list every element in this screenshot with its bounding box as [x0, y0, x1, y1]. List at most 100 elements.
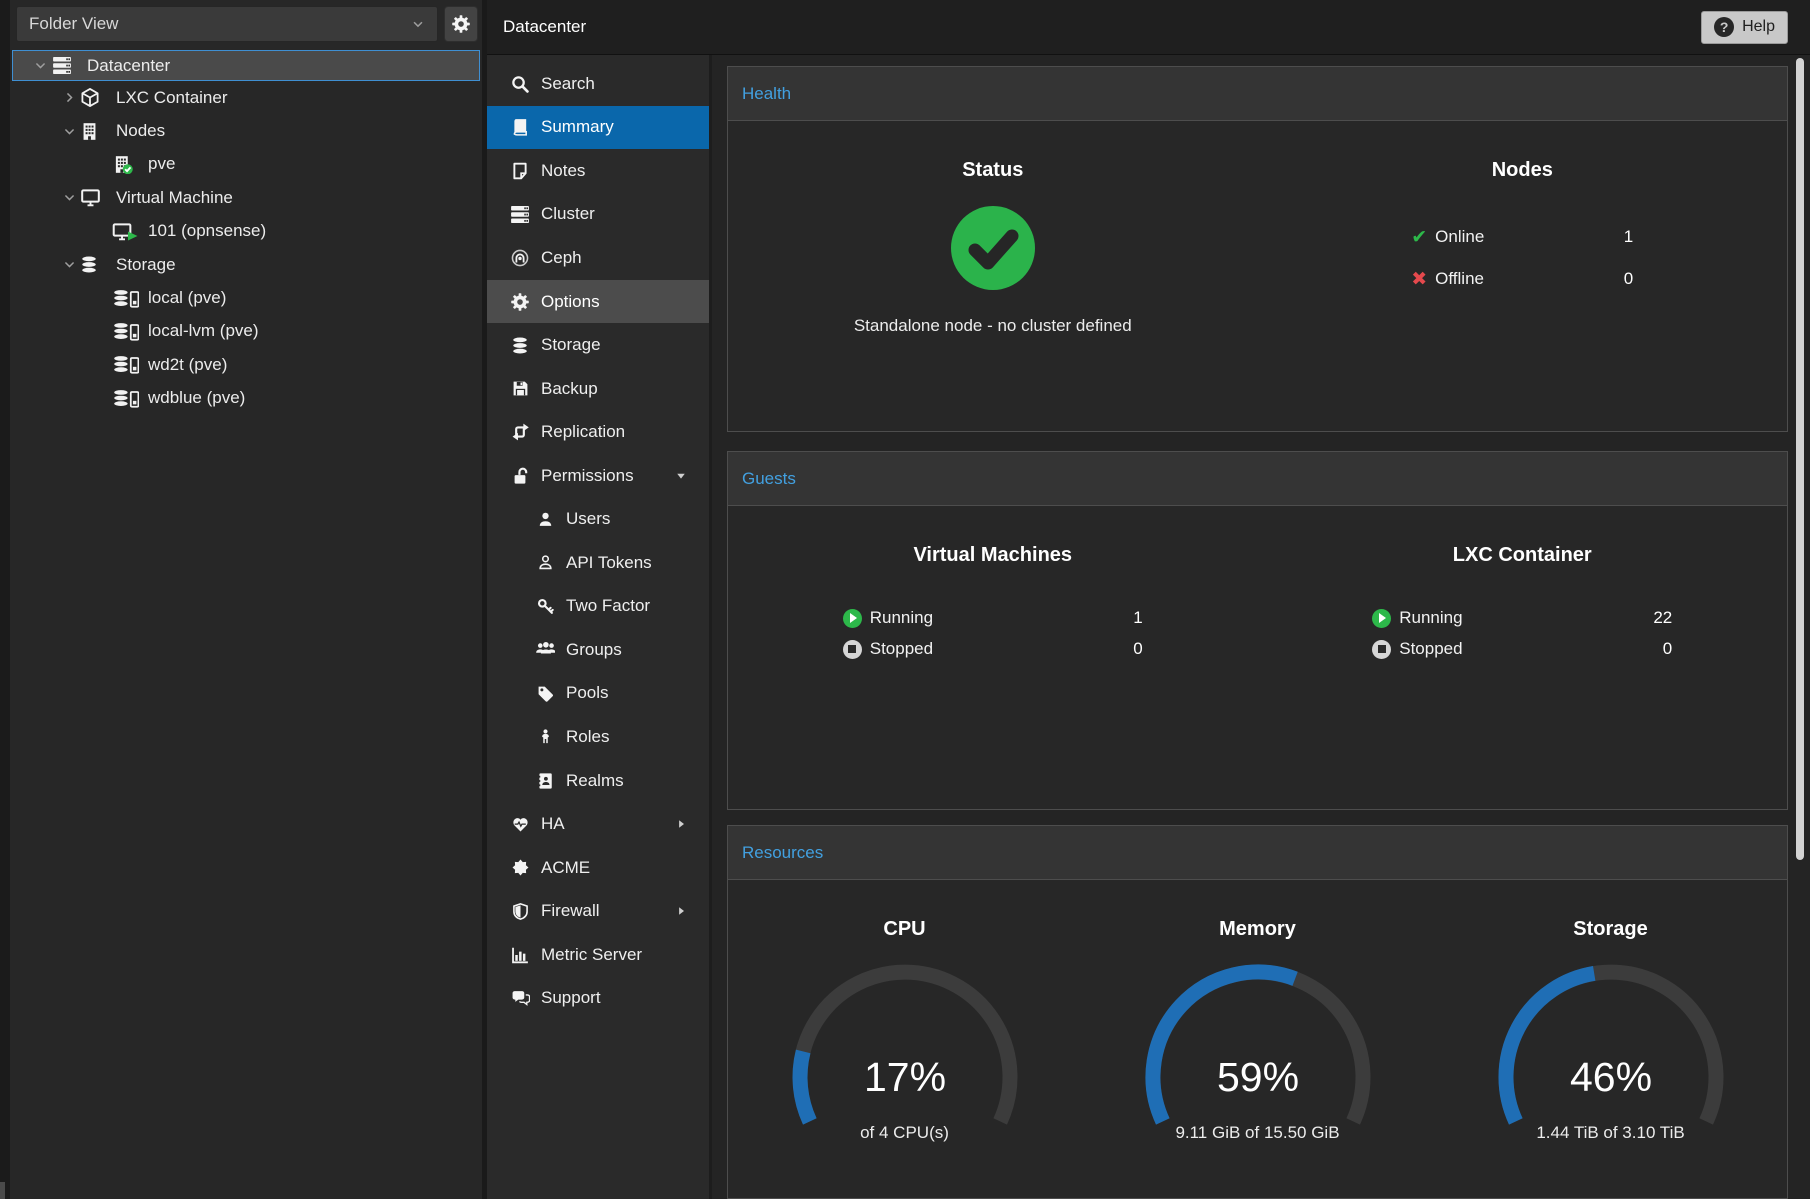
building-icon: [80, 122, 116, 141]
user-icon: [533, 511, 557, 528]
menu-item-cluster[interactable]: Cluster: [487, 193, 709, 237]
tree-item-label: local (pve): [148, 288, 226, 308]
status-row-running: Running22: [1372, 605, 1672, 631]
tree-item-101-opnsense[interactable]: 101 (opnsense): [10, 215, 482, 248]
gauge-storage: Storage 46%1.44 TiB of 3.10 TiB: [1434, 880, 1787, 1198]
tree-expander-chevron-down-icon[interactable]: [29, 59, 51, 72]
view-mode-select[interactable]: Folder View: [16, 6, 438, 42]
menu-item-storage[interactable]: Storage: [487, 323, 709, 367]
cube-icon: [80, 88, 116, 107]
nodes-status-column: Nodes ✔Online1✖Offline0: [1258, 121, 1788, 431]
status-row-online: ✔Online1: [1411, 224, 1633, 250]
menu-item-permissions[interactable]: Permissions: [487, 454, 709, 498]
status-label: Running: [870, 608, 933, 628]
status-label: Stopped: [870, 639, 933, 659]
tree-item-label: 101 (opnsense): [148, 221, 266, 241]
menu-item-roles[interactable]: Roles: [487, 715, 709, 759]
content-scrollbar: [1796, 58, 1805, 1199]
menu-item-notes[interactable]: Notes: [487, 149, 709, 193]
question-circle-icon: ?: [1714, 17, 1734, 37]
gauge-percent: 17%: [863, 1054, 945, 1100]
nodes-rows: ✔Online1✖Offline0: [1411, 224, 1633, 292]
address-book-icon: [533, 772, 557, 790]
menu-item-two-factor[interactable]: Two Factor: [487, 585, 709, 629]
tree-expander-chevron-down-icon[interactable]: [58, 191, 80, 204]
play-circle-icon: [1372, 609, 1391, 628]
resource-tree-panel: Folder View Datacenter LXC Container Nodes…: [10, 0, 487, 1199]
edge-scroll-thumb: [0, 1182, 5, 1199]
menu-item-summary[interactable]: Summary: [487, 106, 709, 150]
menu-item-firewall[interactable]: Firewall: [487, 889, 709, 933]
status-value: 0: [1663, 639, 1672, 659]
note-icon: [508, 162, 532, 180]
menu-item-search[interactable]: Search: [487, 62, 709, 106]
tree-item-wdblue-pve[interactable]: wdblue (pve): [10, 382, 482, 415]
tree-item-label: LXC Container: [116, 88, 228, 108]
tree-item-lxc-container[interactable]: LXC Container: [10, 81, 482, 114]
menu-item-users[interactable]: Users: [487, 497, 709, 541]
database-drive-icon: [112, 322, 148, 341]
book-icon: [508, 118, 532, 136]
menu-item-ceph[interactable]: Ceph: [487, 236, 709, 280]
menu-item-groups[interactable]: Groups: [487, 628, 709, 672]
status-value: 0: [1133, 639, 1142, 659]
menu-item-support[interactable]: Support: [487, 976, 709, 1020]
menu-item-label: HA: [541, 814, 565, 834]
tree-item-local-pve[interactable]: local (pve): [10, 281, 482, 314]
database-drive-icon: [112, 355, 148, 374]
menu-item-label: Two Factor: [566, 596, 650, 616]
menu-item-replication[interactable]: Replication: [487, 410, 709, 454]
gauge-percent: 59%: [1216, 1054, 1298, 1100]
menu-item-options[interactable]: Options: [487, 280, 709, 324]
status-label: Offline: [1435, 269, 1484, 289]
tree-item-storage[interactable]: Storage: [10, 248, 482, 281]
tree-expander-chevron-right-icon[interactable]: [58, 91, 80, 104]
cross-icon: ✖: [1411, 270, 1427, 289]
tree-expander-chevron-down-icon[interactable]: [58, 125, 80, 138]
bar-chart-icon: [508, 946, 532, 964]
badge-icon: [508, 859, 532, 876]
gauge-cpu: CPU17%of 4 CPU(s): [728, 880, 1081, 1198]
monitor-icon: [80, 188, 116, 207]
tree-item-label: Datacenter: [87, 56, 170, 76]
gauge-memory: Memory59%9.11 GiB of 15.50 GiB: [1081, 880, 1434, 1198]
tree-expander-chevron-down-icon[interactable]: [58, 258, 80, 271]
guests-panel-body: Virtual MachinesRunning1Stopped0LXC Cont…: [728, 506, 1787, 809]
help-button-label: Help: [1742, 18, 1775, 36]
tree-item-label: pve: [148, 154, 175, 174]
menu-item-pools[interactable]: Pools: [487, 672, 709, 716]
tree-item-wd2t-pve[interactable]: wd2t (pve): [10, 348, 482, 381]
tree-settings-button[interactable]: [444, 6, 478, 42]
help-button[interactable]: ? Help: [1701, 11, 1788, 44]
cluster-status-column: Status Standalone node - no cluster defi…: [728, 121, 1258, 431]
menu-item-label: Cluster: [541, 204, 595, 224]
gauge-sublabel: 1.44 TiB of 3.10 TiB: [1536, 1123, 1684, 1143]
menu-item-ha[interactable]: HA: [487, 802, 709, 846]
tree-item-nodes[interactable]: Nodes: [10, 114, 482, 147]
menu-item-label: Roles: [566, 727, 609, 747]
tree-item-pve[interactable]: pve: [10, 148, 482, 181]
tree-toolbar: Folder View: [10, 0, 482, 48]
unlock-icon: [508, 467, 532, 485]
gauge-title: Storage: [1573, 918, 1647, 941]
guests-rows: Running1Stopped0: [843, 605, 1143, 662]
menu-item-api-tokens[interactable]: API Tokens: [487, 541, 709, 585]
monitor-play-icon: [112, 222, 148, 241]
status-row-offline: ✖Offline0: [1411, 266, 1633, 292]
guests-column-0: Virtual MachinesRunning1Stopped0: [728, 506, 1258, 809]
menu-item-backup[interactable]: Backup: [487, 367, 709, 411]
comments-icon: [508, 990, 532, 1007]
gauge-arc: 46%: [1476, 955, 1746, 1127]
tree-item-local-lvm-pve[interactable]: local-lvm (pve): [10, 315, 482, 348]
caret-down-icon: [675, 470, 687, 482]
tree-item-datacenter[interactable]: Datacenter: [12, 50, 480, 81]
resources-panel-header: Resources: [728, 826, 1787, 880]
top-bar: Datacenter ? Help: [487, 0, 1810, 55]
menu-item-metric-server[interactable]: Metric Server: [487, 933, 709, 977]
menu-item-realms[interactable]: Realms: [487, 759, 709, 803]
scrollbar-thumb[interactable]: [1796, 58, 1804, 860]
tree-item-virtual-machine[interactable]: Virtual Machine: [10, 181, 482, 214]
menu-item-acme[interactable]: ACME: [487, 846, 709, 890]
play-circle-icon: [843, 609, 862, 628]
chevron-down-icon: [411, 17, 425, 31]
